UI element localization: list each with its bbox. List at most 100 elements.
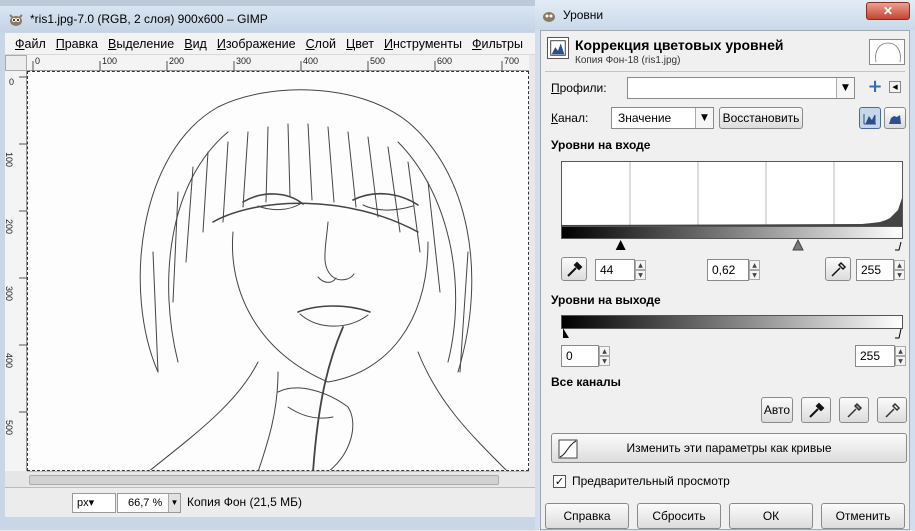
auto-button[interactable]: Авто bbox=[761, 397, 793, 423]
input-gamma-spin[interactable]: 0,62 ▲ ▼ bbox=[707, 259, 760, 281]
vruler-label: 500 bbox=[5, 420, 14, 435]
input-gamma-handle[interactable] bbox=[792, 238, 804, 251]
input-high-value: 255 bbox=[861, 263, 882, 277]
channel-value: Значение bbox=[618, 111, 672, 125]
chevron-down-icon[interactable]: ▼ bbox=[695, 108, 713, 128]
output-low-handle[interactable] bbox=[563, 328, 569, 338]
hruler-label: 200 bbox=[169, 56, 184, 66]
zoom-selector[interactable]: 66,7 % ▼ bbox=[117, 493, 181, 513]
menu-select[interactable]: Выделение bbox=[108, 37, 174, 51]
dialog-header-subtitle: Копия Фон-18 (ris1.jpg) bbox=[575, 55, 681, 66]
chevron-down-icon: ▾ bbox=[88, 497, 95, 509]
canvas-area: 0 100 200 300 400 500 600 700 0 100 200 bbox=[5, 55, 535, 487]
preview-checkbox[interactable]: ✓ bbox=[553, 475, 566, 488]
spin-buttons[interactable]: ▲ ▼ bbox=[599, 346, 610, 366]
eyedropper-gray-icon bbox=[847, 402, 863, 418]
reset-button[interactable]: Сбросить bbox=[637, 503, 721, 529]
vertical-ruler[interactable]: 0 100 200 300 400 500 bbox=[5, 71, 27, 471]
layer-info: Копия Фон (21,5 МБ) bbox=[187, 495, 303, 509]
spin-buttons[interactable]: ▲ ▼ bbox=[894, 260, 905, 280]
log-histogram-button[interactable] bbox=[884, 107, 906, 129]
chevron-down-icon[interactable]: ▼ bbox=[836, 78, 854, 98]
horizontal-scrollbar[interactable] bbox=[27, 471, 529, 487]
menu-edit[interactable]: Правка bbox=[56, 37, 98, 51]
vruler-label: 200 bbox=[5, 219, 14, 234]
menu-tools[interactable]: Инструменты bbox=[384, 37, 462, 51]
gimp-wilber-icon bbox=[9, 14, 23, 26]
ok-label: ОК bbox=[762, 509, 780, 523]
linear-histogram-button[interactable] bbox=[859, 107, 881, 129]
close-button[interactable]: ✕ bbox=[866, 2, 910, 20]
hruler-label: 300 bbox=[236, 56, 251, 66]
help-label: Справка bbox=[563, 509, 611, 523]
zoom-value: 66,7 % bbox=[128, 497, 163, 509]
input-low-value: 44 bbox=[600, 263, 614, 277]
menu-filters[interactable]: Фильтры bbox=[472, 37, 523, 51]
horizontal-ruler[interactable]: 0 100 200 300 400 500 600 700 bbox=[27, 55, 529, 71]
cancel-button[interactable]: Отменить bbox=[821, 503, 905, 529]
levels-titlebar[interactable]: Уровни ✕ bbox=[535, 0, 915, 30]
header-separator bbox=[545, 71, 905, 72]
gimp-titlebar[interactable]: *ris1.jpg-7.0 (RGB, 2 слоя) 900x600 – GI… bbox=[0, 6, 535, 32]
output-slider[interactable] bbox=[561, 327, 903, 339]
profile-menu-icon[interactable]: ◀ bbox=[889, 81, 901, 93]
all-channels-heading: Все каналы bbox=[551, 375, 621, 389]
menu-file[interactable]: Файл bbox=[15, 37, 46, 51]
checkmark-icon: ✓ bbox=[554, 475, 565, 488]
hruler-label: 0 bbox=[35, 56, 40, 66]
output-high-spin[interactable]: 255 ▲ ▼ bbox=[855, 345, 906, 367]
input-high-handle[interactable] bbox=[895, 241, 902, 251]
add-profile-icon[interactable]: + bbox=[867, 78, 883, 96]
levels-dialog-body: Коррекция цветовых уровней Копия Фон-18 … bbox=[540, 30, 910, 530]
ok-button[interactable]: ОК bbox=[729, 503, 813, 529]
channel-combo[interactable]: Значение ▼ bbox=[611, 107, 714, 129]
window-bottom-edge bbox=[0, 517, 535, 530]
spin-buttons[interactable]: ▲ ▼ bbox=[895, 346, 906, 366]
unit-selector[interactable]: px▾ bbox=[72, 493, 116, 513]
reset-channel-button[interactable]: Восстановить bbox=[719, 107, 803, 129]
menu-colors[interactable]: Цвет bbox=[346, 37, 374, 51]
pick-black-all-button[interactable] bbox=[801, 397, 831, 423]
white-point-picker-button[interactable] bbox=[825, 257, 851, 281]
input-high-spin[interactable]: 255 ▲ ▼ bbox=[856, 259, 905, 281]
menu-image[interactable]: Изображение bbox=[217, 37, 296, 51]
profiles-label: Профили: bbox=[551, 81, 607, 95]
input-slider[interactable] bbox=[561, 238, 903, 251]
histogram[interactable] bbox=[561, 161, 903, 227]
vruler-label: 0 bbox=[9, 77, 14, 87]
pick-gray-all-button[interactable] bbox=[839, 397, 869, 423]
profiles-combo[interactable]: ▼ bbox=[627, 77, 855, 99]
log-histogram-icon bbox=[889, 115, 901, 124]
curves-icon bbox=[558, 439, 578, 459]
pick-white-all-button[interactable] bbox=[877, 397, 907, 423]
vruler-label: 300 bbox=[5, 286, 14, 301]
chevron-down-icon[interactable]: ▼ bbox=[168, 494, 180, 512]
spin-buttons[interactable]: ▲ ▼ bbox=[749, 260, 760, 280]
eyedropper-white-icon bbox=[831, 261, 847, 277]
sketch-portrait-image bbox=[139, 89, 507, 470]
menu-layer[interactable]: Слой bbox=[306, 37, 336, 51]
gimp-image-window: *ris1.jpg-7.0 (RGB, 2 слоя) 900x600 – GI… bbox=[0, 0, 535, 530]
linear-histogram-icon bbox=[863, 114, 876, 125]
spin-buttons[interactable]: ▲ ▼ bbox=[635, 260, 646, 280]
gimp-wilber-icon bbox=[543, 12, 555, 22]
hruler-label: 100 bbox=[102, 56, 117, 66]
histogram-plot bbox=[562, 162, 902, 226]
layer-thumbnail bbox=[869, 39, 905, 65]
horizontal-scroll-thumb[interactable] bbox=[29, 475, 499, 485]
input-low-handle[interactable] bbox=[615, 240, 626, 250]
levels-window-title: Уровни bbox=[563, 8, 604, 22]
image-canvas[interactable] bbox=[27, 71, 529, 471]
output-high-value: 255 bbox=[860, 349, 881, 363]
edit-as-curves-button[interactable]: Изменить эти параметры как кривые bbox=[551, 433, 907, 463]
menu-view[interactable]: Вид bbox=[184, 37, 207, 51]
help-button[interactable]: Справка bbox=[545, 503, 629, 529]
input-low-spin[interactable]: 44 ▲ ▼ bbox=[595, 259, 646, 281]
dialog-header-title: Коррекция цветовых уровней bbox=[575, 37, 784, 53]
levels-icon bbox=[547, 37, 569, 59]
output-high-handle[interactable] bbox=[895, 328, 902, 339]
black-point-picker-button[interactable] bbox=[561, 257, 587, 281]
output-low-spin[interactable]: 0 ▲ ▼ bbox=[561, 345, 610, 367]
ruler-corner-button[interactable] bbox=[5, 55, 27, 71]
input-gradient-bar bbox=[561, 227, 903, 239]
